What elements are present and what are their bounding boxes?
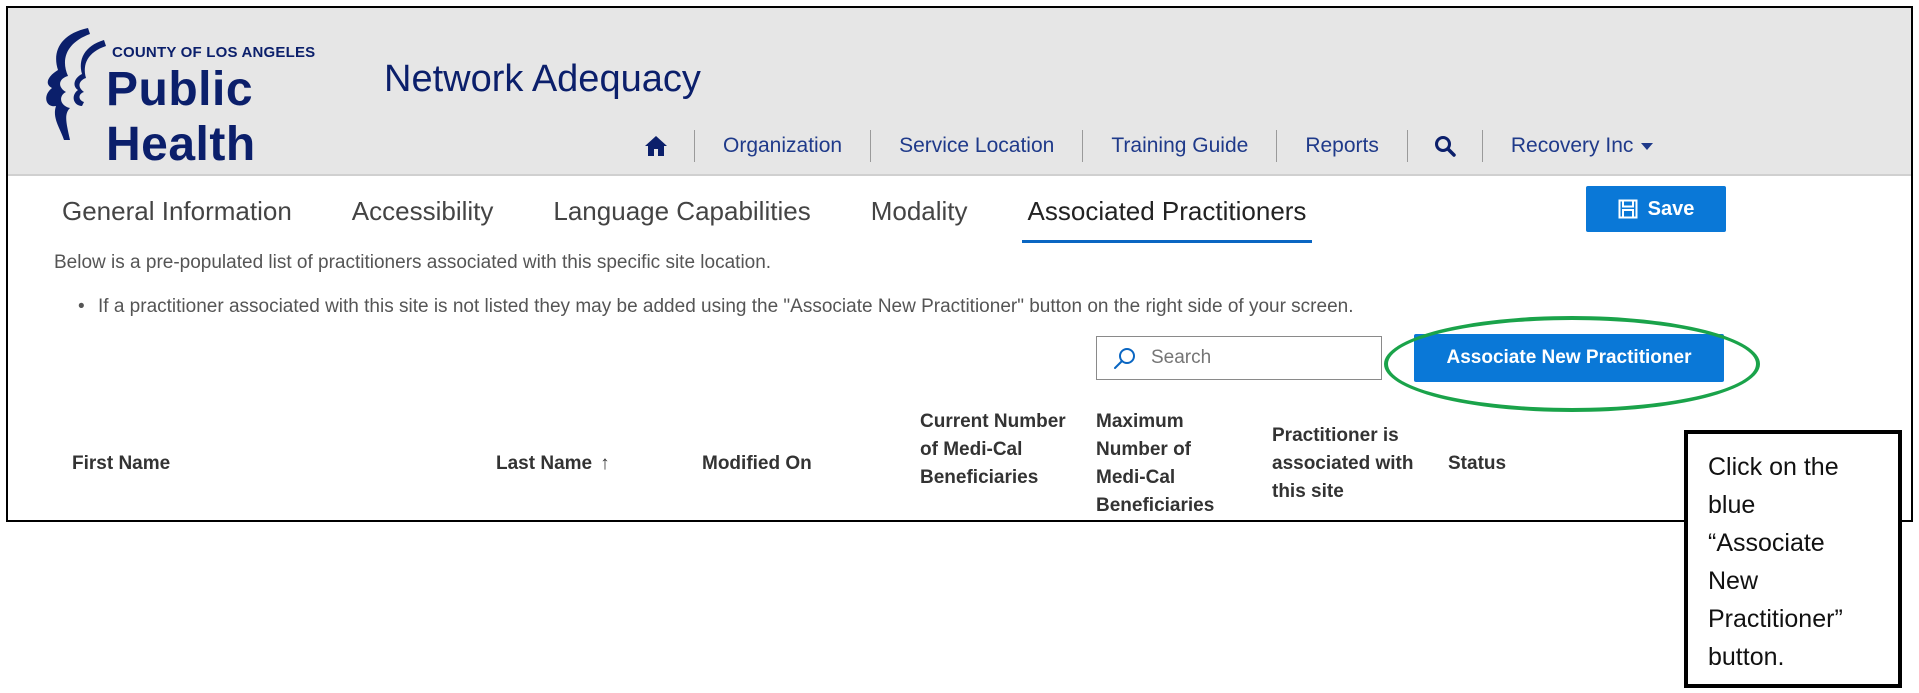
logo-public-health-text: Public Health: [106, 63, 256, 171]
nav-user-menu[interactable]: Recovery Inc: [1483, 130, 1682, 162]
home-icon: [645, 136, 667, 156]
col-modified-on[interactable]: Modified On: [702, 450, 812, 478]
app-frame: COUNTY OF LOS ANGELES Public Health Netw…: [6, 6, 1913, 522]
user-org-label: Recovery Inc: [1510, 134, 1634, 157]
logo-county-text: COUNTY OF LOS ANGELES: [112, 44, 316, 61]
col-maximum-beneficiaries[interactable]: Maximum Number of Medi-Cal Beneficiaries: [1096, 408, 1236, 520]
tab-accessibility[interactable]: Accessibility: [346, 196, 500, 242]
header: COUNTY OF LOS ANGELES Public Health Netw…: [8, 8, 1911, 176]
instruction-callout: Click on the blue “Associate New Practit…: [1684, 430, 1902, 688]
logo-silhouette-icon: [46, 28, 106, 140]
associate-new-practitioner-button[interactable]: Associate New Practitioner: [1414, 334, 1724, 382]
sort-arrow-icon: ↑: [600, 453, 610, 474]
nav-training-guide[interactable]: Training Guide: [1083, 130, 1278, 162]
search-icon: [1434, 136, 1456, 157]
search-icon: [1114, 348, 1135, 369]
col-last-name-label: Last Name: [496, 453, 593, 474]
instruction-bullet: If a practitioner associated with this s…: [78, 296, 1353, 318]
col-status[interactable]: Status: [1448, 450, 1506, 478]
tab-general-information[interactable]: General Information: [56, 196, 298, 242]
save-icon: [1618, 199, 1638, 219]
col-first-name[interactable]: First Name: [72, 450, 170, 478]
app-title: Network Adequacy: [384, 58, 701, 100]
caret-down-icon: [1641, 142, 1654, 150]
nav-organization[interactable]: Organization: [695, 130, 872, 162]
col-current-beneficiaries[interactable]: Current Number of Medi-Cal Beneficiaries: [920, 408, 1070, 492]
save-button[interactable]: Save: [1586, 186, 1726, 232]
col-last-name[interactable]: Last Name ↑: [496, 450, 610, 478]
form-tabs: General Information Accessibility Langua…: [56, 196, 1360, 243]
search-input[interactable]: [1149, 346, 1353, 370]
nav-reports[interactable]: Reports: [1277, 130, 1408, 162]
save-label: Save: [1647, 197, 1695, 220]
nav-home[interactable]: [618, 130, 695, 162]
public-health-logo[interactable]: COUNTY OF LOS ANGELES Public Health: [30, 22, 390, 171]
nav-search[interactable]: [1408, 130, 1483, 162]
intro-text: Below is a pre-populated list of practit…: [54, 252, 772, 273]
tab-associated-practitioners[interactable]: Associated Practitioners: [1021, 196, 1313, 243]
tab-language-capabilities[interactable]: Language Capabilities: [547, 196, 816, 242]
search-box[interactable]: [1096, 336, 1382, 380]
tab-modality[interactable]: Modality: [865, 196, 974, 242]
col-associated-with-site[interactable]: Practitioner is associated with this sit…: [1272, 422, 1432, 506]
nav-service-location[interactable]: Service Location: [871, 130, 1084, 162]
top-nav: Organization Service Location Training G…: [618, 126, 1681, 166]
